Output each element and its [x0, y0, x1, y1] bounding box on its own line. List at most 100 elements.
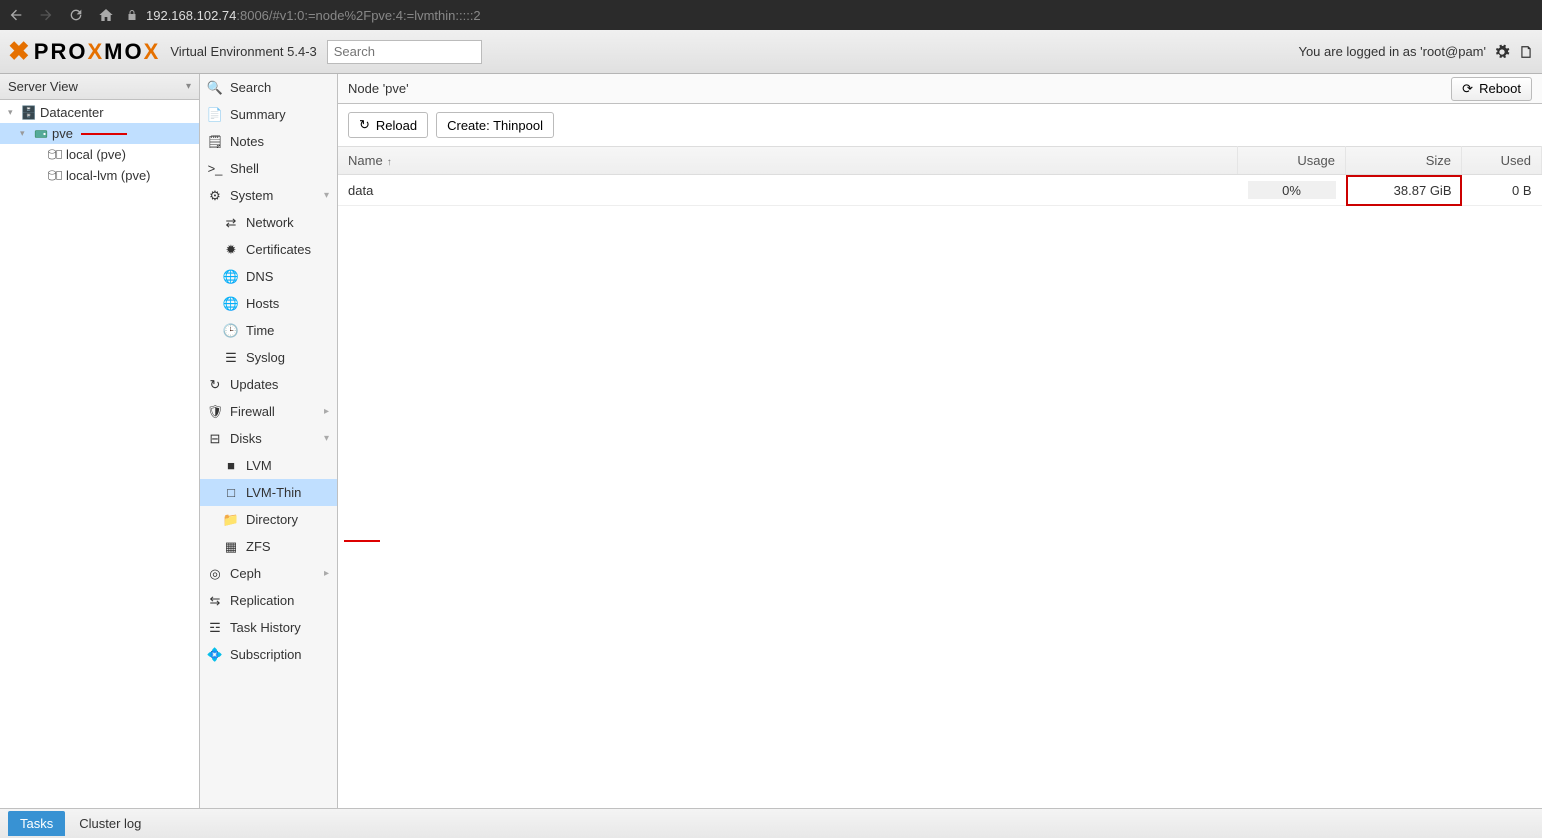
sidebar-item-label: Notes [230, 134, 264, 149]
chevron-down-icon: ▾ [186, 81, 191, 92]
sidebar-item-summary[interactable]: 📄Summary [200, 101, 337, 128]
tree-item-local-lvm[interactable]: local-lvm (pve) [0, 165, 199, 186]
content-title: Node 'pve' [348, 81, 409, 96]
tree-label: pve [52, 126, 73, 141]
sidebar-item-hosts[interactable]: 🌐Hosts [200, 290, 337, 317]
tab-tasks[interactable]: Tasks [8, 811, 65, 836]
chevron-down-icon: ▾ [324, 190, 329, 201]
button-label: Reload [376, 118, 417, 133]
col-header-usage[interactable]: Usage [1238, 147, 1346, 175]
col-label: Name [348, 153, 383, 168]
list-icon: ☰ [224, 351, 238, 365]
tree-item-local[interactable]: local (pve) [0, 144, 199, 165]
sidebar-item-zfs[interactable]: ▦ZFS [200, 533, 337, 560]
reload-icon[interactable] [68, 7, 84, 23]
tree-label: Datacenter [40, 105, 104, 120]
url-bar[interactable]: 192.168.102.74:8006/#v1:0:=node%2Fpve:4:… [126, 8, 481, 23]
cell-usage: 0% [1238, 175, 1346, 206]
datacenter-icon: 🗄️ [22, 106, 36, 120]
square-outline-icon: □ [224, 486, 238, 500]
sidebar-item-notes[interactable]: 🗒 Notes [200, 128, 337, 155]
create-thinpool-button[interactable]: Create: Thinpool [436, 112, 554, 138]
sidebar-item-lvm[interactable]: ■LVM [200, 452, 337, 479]
sidebar-item-label: Hosts [246, 296, 279, 311]
version-text: Virtual Environment 5.4-3 [170, 44, 316, 59]
storage-icon [48, 169, 62, 183]
sidebar-item-label: LVM-Thin [246, 485, 301, 500]
home-icon[interactable] [98, 7, 114, 23]
sidebar-item-time[interactable]: 🕒Time [200, 317, 337, 344]
toolbar: ↻ Reload Create: Thinpool [338, 104, 1542, 146]
sidebar-item-subscription[interactable]: 💠Subscription [200, 641, 337, 668]
logo-text: PROXMOX [34, 39, 161, 65]
replication-icon: ⇆ [208, 594, 222, 608]
col-header-name[interactable]: Name ↑ [338, 147, 1238, 175]
ceph-icon: ◎ [208, 567, 222, 581]
sidebar-item-system[interactable]: ⚙System▾ [200, 182, 337, 209]
history-icon: ☲ [208, 621, 222, 635]
forward-icon[interactable] [38, 7, 54, 23]
col-header-size[interactable]: Size [1346, 147, 1462, 175]
sidebar-item-label: System [230, 188, 273, 203]
sort-asc-icon: ↑ [387, 157, 392, 168]
tree-label: local-lvm (pve) [66, 168, 151, 183]
settings-button[interactable] [1492, 42, 1512, 62]
sidebar-item-lvmthin[interactable]: □ LVM-Thin [200, 479, 337, 506]
reload-icon: ↻ [359, 117, 370, 133]
col-label: Used [1501, 153, 1531, 168]
logo-x-icon: ✖ [8, 36, 32, 67]
clock-icon: 🕒 [224, 324, 238, 338]
sidebar-item-directory[interactable]: 📁Directory [200, 506, 337, 533]
sidebar-item-syslog[interactable]: ☰ Syslog [200, 344, 337, 371]
reboot-icon: ⟳ [1462, 81, 1473, 97]
table-row[interactable]: data 0% 38.87 GiB 0 B [338, 175, 1542, 206]
col-label: Size [1426, 153, 1451, 168]
tree-item-datacenter[interactable]: ▾ 🗄️ Datacenter [0, 102, 199, 123]
sidebar-item-label: Search [230, 80, 271, 95]
cell-name: data [338, 175, 1238, 206]
sidebar-item-task-history[interactable]: ☲Task History [200, 614, 337, 641]
cell-size: 38.87 GiB [1346, 175, 1462, 206]
sidebar-item-network[interactable]: ⇄Network [200, 209, 337, 236]
reload-button[interactable]: ↻ Reload [348, 112, 428, 138]
refresh-icon: ↻ [208, 378, 222, 392]
url-port: :8006 [236, 8, 269, 23]
sidebar-item-certificates[interactable]: ✹Certificates [200, 236, 337, 263]
thinpool-table: Name ↑ Usage Size Used data 0% 38.87 GiB … [338, 146, 1542, 206]
node-sidebar: 🔍Search 📄Summary 🗒Notes >_Shell ⚙System▾… [200, 74, 338, 808]
browser-chrome-bar: 192.168.102.74:8006/#v1:0:=node%2Fpve:4:… [0, 0, 1542, 30]
sidebar-item-updates[interactable]: ↻ Updates [200, 371, 337, 398]
search-input[interactable] [327, 40, 482, 64]
docs-button[interactable] [1518, 44, 1534, 60]
sidebar-item-shell[interactable]: >_Shell [200, 155, 337, 182]
shell-icon: >_ [208, 162, 222, 176]
back-icon[interactable] [8, 7, 24, 23]
app-header: ✖ PROXMOX Virtual Environment 5.4-3 You … [0, 30, 1542, 74]
sidebar-item-firewall[interactable]: 🛡Firewall▸ [200, 398, 337, 425]
sidebar-item-label: Updates [230, 377, 278, 392]
sidebar-item-disks[interactable]: ⊟Disks▾ [200, 425, 337, 452]
col-header-used[interactable]: Used [1462, 147, 1542, 175]
sidebar-item-label: Directory [246, 512, 298, 527]
gear-icon [1494, 44, 1510, 60]
sidebar-item-search[interactable]: 🔍 Search [200, 74, 337, 101]
view-selector[interactable]: Server View ▾ [0, 74, 199, 100]
grid-icon: ▦ [224, 540, 238, 554]
sidebar-item-dns[interactable]: 🌐DNS [200, 263, 337, 290]
sidebar-item-label: Syslog [246, 350, 285, 365]
sidebar-item-ceph[interactable]: ◎ Ceph ▸ [200, 560, 337, 587]
button-label: Reboot [1479, 81, 1521, 96]
url-path: /#v1:0:=node%2Fpve:4:=lvmthin:::::2 [269, 8, 481, 23]
reboot-button[interactable]: ⟳ Reboot [1451, 77, 1532, 101]
sidebar-item-replication[interactable]: ⇆Replication [200, 587, 337, 614]
view-selector-label: Server View [8, 79, 78, 94]
sidebar-item-label: DNS [246, 269, 273, 284]
tree-item-pve[interactable]: ▾ pve [0, 123, 199, 144]
tab-cluster-log[interactable]: Cluster log [67, 811, 153, 836]
search-icon: 🔍 [208, 81, 222, 95]
notes-icon: 🗒 [208, 135, 222, 149]
chevron-right-icon: ▸ [324, 568, 329, 579]
sidebar-item-label: Ceph [230, 566, 261, 581]
sidebar-item-label: Certificates [246, 242, 311, 257]
book-icon [1519, 45, 1533, 59]
